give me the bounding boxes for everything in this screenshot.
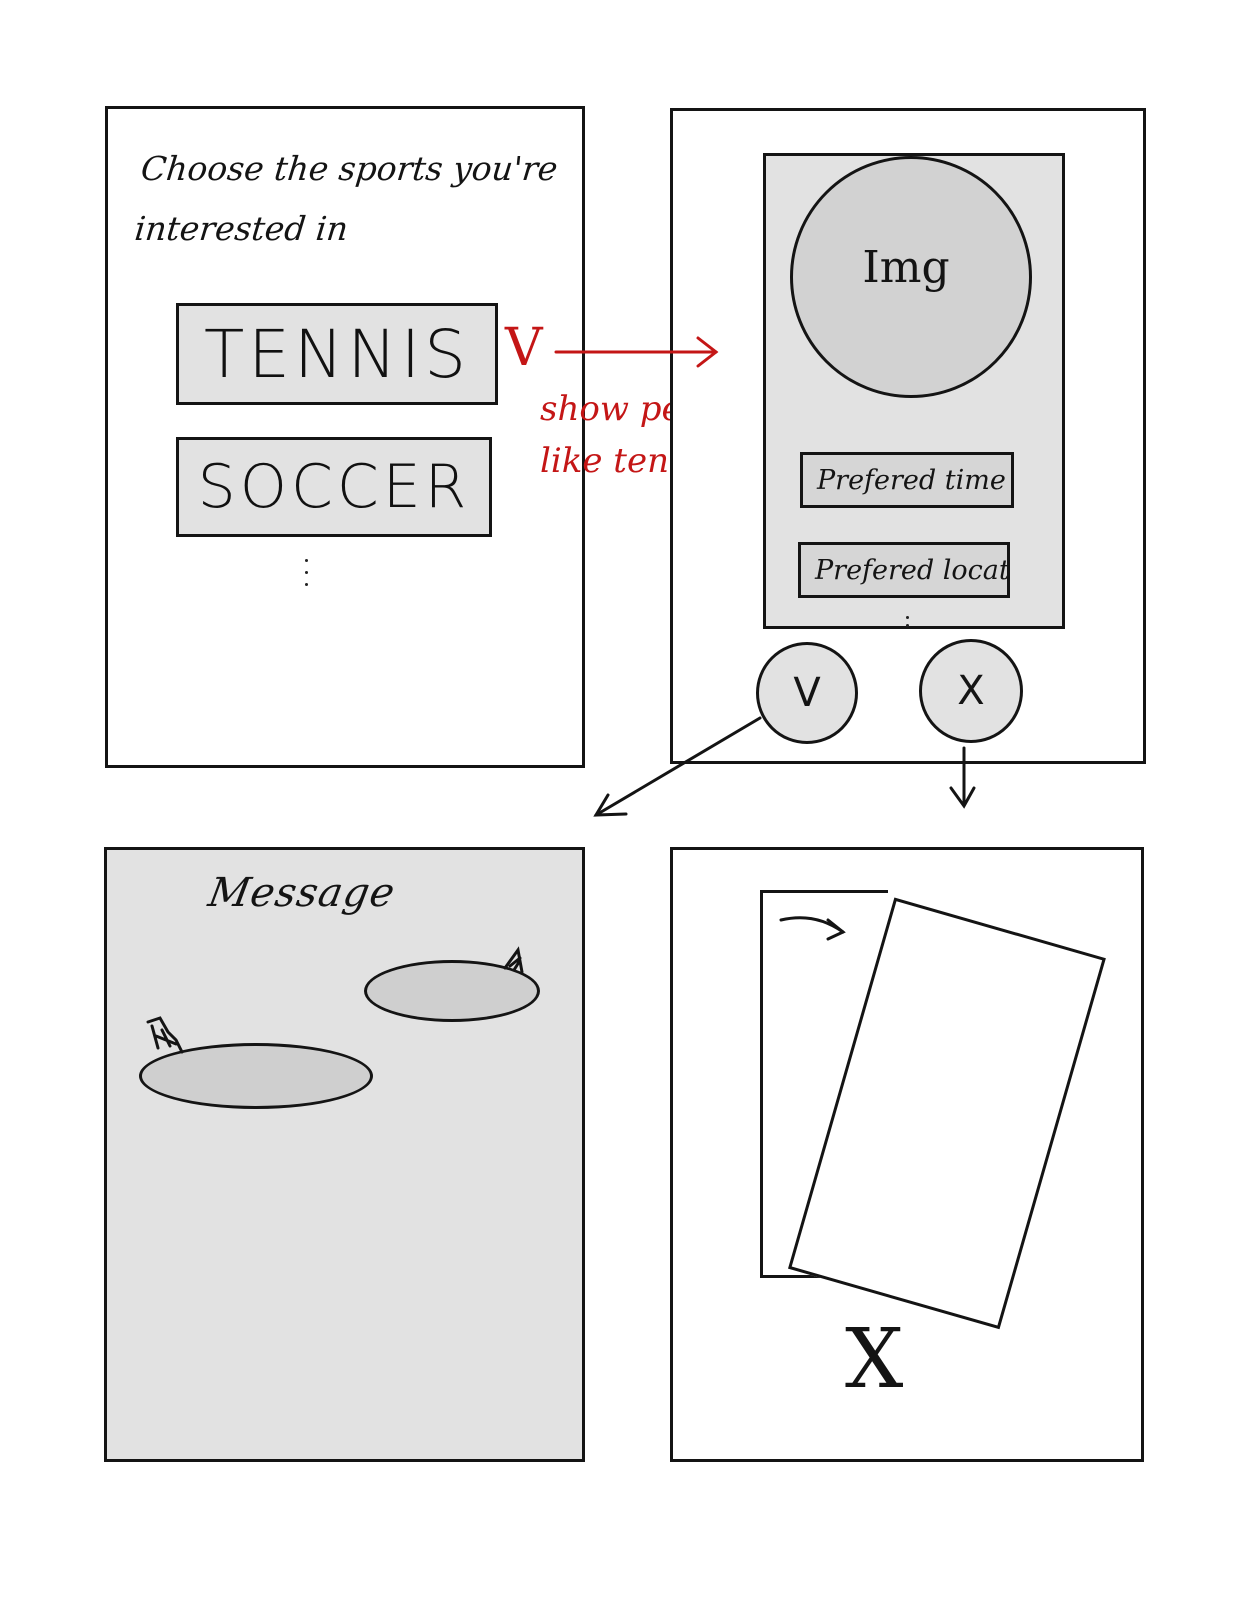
red-arrow-icon bbox=[554, 336, 719, 368]
swipe-motion-arrow-icon bbox=[779, 916, 846, 941]
reject-arrow-icon bbox=[949, 746, 976, 809]
accept-arrow-icon bbox=[593, 716, 762, 817]
avatar-scribble-icon bbox=[503, 946, 524, 974]
avatar-scribble-icon bbox=[146, 1016, 184, 1054]
connector-overlay bbox=[146, 336, 976, 1054]
